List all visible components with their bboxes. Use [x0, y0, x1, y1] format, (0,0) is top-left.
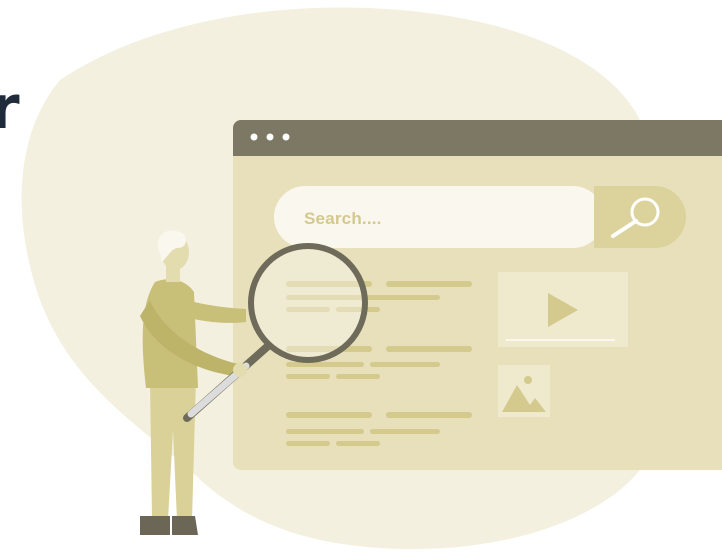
illustration: r Search....	[0, 0, 722, 556]
window-dot-2	[266, 133, 274, 141]
image-thumbnail[interactable]	[498, 365, 550, 417]
window-dot-1	[250, 133, 258, 141]
video-thumbnail[interactable]	[498, 272, 628, 347]
illustration-graphic	[21, 7, 722, 550]
window-titlebar	[233, 120, 722, 156]
heading-fragment: r	[0, 73, 20, 143]
window-dot-3	[282, 133, 290, 141]
search-button[interactable]	[594, 186, 686, 248]
search-placeholder[interactable]: Search....	[304, 208, 564, 230]
